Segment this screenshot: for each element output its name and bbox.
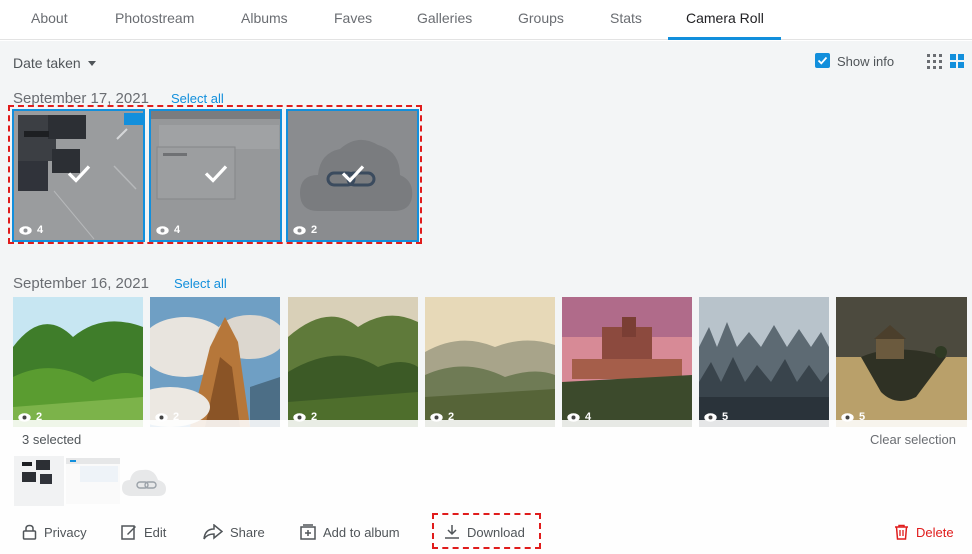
sort-dropdown[interactable]: Date taken (13, 55, 96, 71)
sort-label: Date taken (13, 55, 81, 71)
add-to-album-label: Add to album (323, 524, 400, 540)
selection-highlight-box (8, 105, 422, 244)
edit-label: Edit (144, 524, 167, 540)
photo-tile[interactable]: 2 (13, 297, 143, 427)
lock-icon (22, 524, 37, 540)
privacy-button[interactable]: Privacy (22, 524, 87, 540)
tab-about[interactable]: About (31, 0, 68, 40)
photo-tile[interactable]: 2 (425, 297, 555, 427)
active-tab-indicator (668, 37, 781, 40)
photo-thumbnail (836, 297, 967, 427)
trash-icon (895, 524, 908, 540)
photo-tile[interactable]: 2 (288, 297, 418, 427)
photo-thumbnail (150, 297, 280, 427)
select-all-link[interactable]: Select all (174, 276, 227, 291)
tab-photostream[interactable]: Photostream (115, 0, 194, 40)
photo-tile[interactable]: 5 (836, 297, 967, 427)
photo-thumbnail (288, 297, 418, 427)
show-info-label: Show info (837, 54, 895, 69)
tab-camera-roll[interactable]: Camera Roll (686, 0, 764, 40)
download-highlight-box (432, 513, 541, 549)
photo-tile[interactable]: 5 (699, 297, 829, 427)
tab-stats[interactable]: Stats (610, 0, 642, 40)
top-navigation: About Photostream Albums Faves Galleries… (0, 0, 972, 40)
selected-count: 3 selected (22, 432, 82, 447)
photo-thumbnail (562, 297, 692, 427)
section-date: September 16, 2021 (13, 275, 149, 292)
album-add-icon (300, 524, 316, 540)
small-grid-view-icon[interactable] (927, 54, 942, 69)
delete-button[interactable]: Delete (894, 524, 954, 540)
photo-tile[interactable]: 4 (562, 297, 692, 427)
photo-thumbnail (425, 297, 555, 427)
tab-faves[interactable]: Faves (334, 0, 372, 40)
add-to-album-button[interactable]: Add to album (300, 524, 400, 540)
photo-thumbnail (13, 297, 143, 427)
selected-thumbnails (14, 456, 174, 506)
clear-selection-link[interactable]: Clear selection (870, 432, 956, 447)
share-button[interactable]: Share (203, 524, 265, 540)
large-grid-view-icon[interactable] (950, 54, 965, 69)
photo-tile[interactable]: 2 (150, 297, 280, 427)
chevron-down-icon (87, 60, 96, 66)
delete-label: Delete (916, 524, 954, 540)
tab-albums[interactable]: Albums (241, 0, 288, 40)
share-label: Share (230, 524, 265, 540)
privacy-label: Privacy (44, 524, 87, 540)
tab-groups[interactable]: Groups (518, 0, 564, 40)
checkbox-checked-icon[interactable] (815, 53, 830, 68)
select-all-link[interactable]: Select all (171, 91, 224, 106)
photo-thumbnail (699, 297, 829, 427)
tab-galleries[interactable]: Galleries (417, 0, 472, 40)
edit-button[interactable]: Edit (121, 524, 166, 540)
selection-bar: 3 selected Clear selection Privacy Edit … (0, 420, 972, 554)
edit-icon (121, 525, 136, 540)
share-icon (203, 524, 223, 540)
